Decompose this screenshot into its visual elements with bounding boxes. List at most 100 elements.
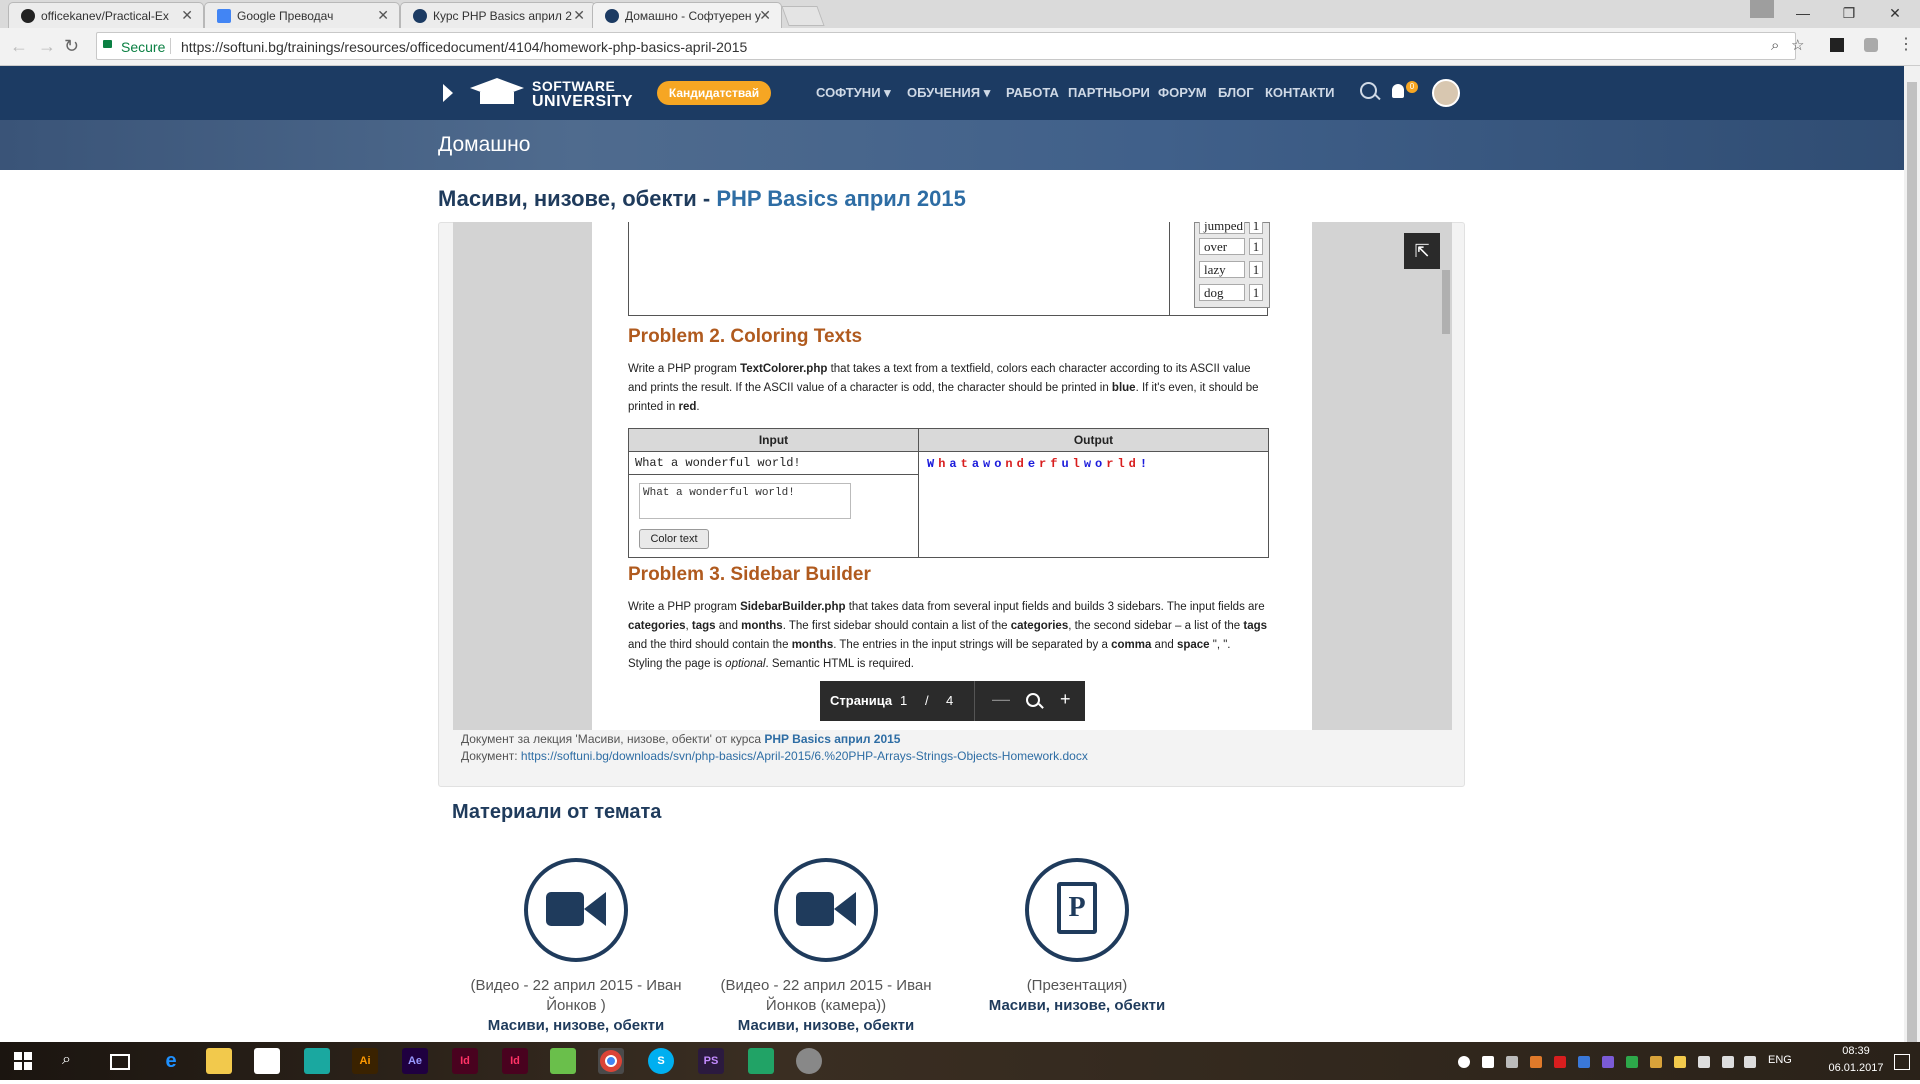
document-caption: Документ: https://softuni.bg/downloads/s… xyxy=(461,749,1088,763)
extension-icon[interactable] xyxy=(1864,38,1878,52)
problem-2-title: Problem 2. Coloring Texts xyxy=(628,326,863,347)
tray-icon[interactable] xyxy=(1506,1056,1518,1068)
close-icon[interactable]: ✕ xyxy=(759,7,771,24)
app-icon[interactable] xyxy=(796,1048,822,1074)
network-icon[interactable] xyxy=(1698,1056,1710,1068)
app-icon[interactable] xyxy=(304,1048,330,1074)
sidebar-toggle-icon[interactable] xyxy=(443,84,453,102)
page-scrollbar[interactable] xyxy=(1907,82,1917,1042)
app-icon[interactable] xyxy=(748,1048,774,1074)
file-explorer-icon[interactable] xyxy=(206,1048,232,1074)
tray-icon[interactable] xyxy=(1650,1056,1662,1068)
search-icon[interactable]: ⌕ xyxy=(1771,37,1779,54)
graduation-cap-icon[interactable] xyxy=(468,76,526,108)
video-camera-icon[interactable] xyxy=(774,858,878,962)
tray-icon[interactable] xyxy=(1554,1056,1566,1068)
material-title[interactable]: Масиви, низове, обекти xyxy=(967,996,1187,1016)
search-icon[interactable] xyxy=(1360,82,1377,99)
phpstorm-icon[interactable]: PS xyxy=(698,1048,724,1074)
tray-icon[interactable] xyxy=(1674,1056,1686,1068)
indesign-icon[interactable]: Id xyxy=(452,1048,478,1074)
tray-icon[interactable] xyxy=(1482,1056,1494,1068)
minimize-icon[interactable]: — xyxy=(1780,2,1826,24)
lock-icon xyxy=(103,40,112,48)
material-video[interactable]: (Видео - 22 април 2015 - Иван Йонков ) М… xyxy=(466,858,686,1036)
zoom-out-icon[interactable]: — xyxy=(992,689,1010,710)
viewer-scrollbar[interactable] xyxy=(1442,270,1450,334)
course-link[interactable]: PHP Basics април 2015 xyxy=(764,732,900,746)
window-close-icon[interactable]: ✕ xyxy=(1872,2,1918,24)
tab-github[interactable]: officekanev/Practical-Ex ✕ xyxy=(8,2,204,28)
material-title[interactable]: Масиви, низове, обекти xyxy=(716,1016,936,1036)
tab-title: Домашно - Софтуерен у xyxy=(625,9,761,23)
tab-homework[interactable]: Домашно - Софтуерен у ✕ xyxy=(592,2,782,28)
logo-text[interactable]: UNIVERSITY xyxy=(532,93,633,111)
new-tab-button[interactable] xyxy=(781,6,825,26)
tray-icon[interactable] xyxy=(1602,1056,1614,1068)
skype-icon[interactable]: S xyxy=(648,1048,674,1074)
chrome-icon[interactable] xyxy=(598,1048,624,1074)
edge-icon[interactable]: e xyxy=(158,1048,184,1074)
zoom-icon[interactable] xyxy=(1026,693,1040,707)
search-icon[interactable]: ⌕ xyxy=(62,1051,71,1069)
hero-title: Домашно xyxy=(438,133,531,156)
nav-item-trainings[interactable]: ОБУЧЕНИЯ ▾ xyxy=(907,85,990,101)
clock-time[interactable]: 08:39 xyxy=(1826,1045,1886,1057)
back-icon[interactable]: ← xyxy=(10,36,28,57)
caption-text: Документ за лекция 'Масиви, низове, обек… xyxy=(461,732,765,746)
material-presentation[interactable]: P (Презентация) Масиви, низове, обекти xyxy=(967,858,1187,1016)
reload-icon[interactable]: ↻ xyxy=(64,36,79,57)
document-link[interactable]: https://softuni.bg/downloads/svn/php-bas… xyxy=(521,749,1088,763)
nav-item-partners[interactable]: ПАРТНЬОРИ xyxy=(1068,85,1150,100)
task-view-icon[interactable] xyxy=(110,1054,130,1070)
indesign-icon[interactable]: Id xyxy=(502,1048,528,1074)
volume-icon[interactable] xyxy=(1722,1056,1734,1068)
menu-icon[interactable]: ⋮ xyxy=(1898,34,1914,54)
open-external-icon[interactable]: ⇱ xyxy=(1404,233,1440,269)
nav-item-softuni[interactable]: СОФТУНИ ▾ xyxy=(816,85,891,101)
close-icon[interactable]: ✕ xyxy=(181,7,193,24)
extension-icon[interactable] xyxy=(1830,38,1844,52)
restore-icon[interactable]: ❐ xyxy=(1826,2,1872,24)
close-icon[interactable]: ✕ xyxy=(573,7,585,24)
windows-start-icon[interactable] xyxy=(14,1052,32,1070)
avatar[interactable] xyxy=(1432,79,1460,107)
after-effects-icon[interactable]: Ae xyxy=(402,1048,428,1074)
nav-item-blog[interactable]: БЛОГ xyxy=(1218,85,1254,100)
bookmark-star-icon[interactable]: ☆ xyxy=(1791,36,1804,54)
tray-icon[interactable] xyxy=(1530,1056,1542,1068)
zoom-in-icon[interactable]: + xyxy=(1060,689,1071,710)
illustrator-icon[interactable]: Ai xyxy=(352,1048,378,1074)
tray-icon[interactable] xyxy=(1626,1056,1638,1068)
document-viewer[interactable]: jumped 1 over 1 lazy 1 dog 1 Problem 2. Colo… xyxy=(453,222,1452,730)
store-icon[interactable] xyxy=(254,1048,280,1074)
problem-3-text: Write a PHP program SidebarBuilder.php t… xyxy=(628,601,1268,670)
video-camera-icon[interactable] xyxy=(524,858,628,962)
nav-item-jobs[interactable]: РАБОТА xyxy=(1006,85,1059,100)
app-icon[interactable] xyxy=(550,1048,576,1074)
material-video-camera[interactable]: (Видео - 22 април 2015 - Иван Йонков (ка… xyxy=(716,858,936,1036)
close-icon[interactable]: ✕ xyxy=(377,7,389,24)
forward-icon[interactable]: → xyxy=(38,36,56,57)
column-header-input: Input xyxy=(758,433,789,447)
tray-icon[interactable] xyxy=(1458,1056,1470,1068)
apply-button[interactable]: Кандидатствай xyxy=(657,81,771,105)
url-input[interactable]: Secure https://softuni.bg/trainings/reso… xyxy=(96,32,1804,60)
bell-icon[interactable] xyxy=(1392,84,1404,98)
battery-icon[interactable] xyxy=(1744,1056,1756,1068)
google-translate-icon xyxy=(217,9,231,23)
current-page-input[interactable]: 1 xyxy=(900,693,907,708)
logo-text[interactable]: SOFTWARE xyxy=(532,78,615,94)
tab-php-course[interactable]: Курс PHP Basics април 2 ✕ xyxy=(400,2,596,28)
presentation-icon[interactable]: P xyxy=(1025,858,1129,962)
tray-icon[interactable] xyxy=(1578,1056,1590,1068)
user-profile-icon[interactable] xyxy=(1750,0,1774,18)
course-link[interactable]: PHP Basics април 2015 xyxy=(716,186,966,211)
nav-item-contacts[interactable]: КОНТАКТИ xyxy=(1265,85,1335,100)
language-indicator[interactable]: ENG xyxy=(1768,1054,1792,1066)
notifications-icon[interactable] xyxy=(1894,1054,1910,1070)
clock-date[interactable]: 06.01.2017 xyxy=(1826,1062,1886,1074)
material-title[interactable]: Масиви, низове, обекти xyxy=(466,1016,686,1036)
nav-item-forum[interactable]: ФОРУМ xyxy=(1158,85,1207,100)
tab-google-translate[interactable]: Google Преводач ✕ xyxy=(204,2,400,28)
